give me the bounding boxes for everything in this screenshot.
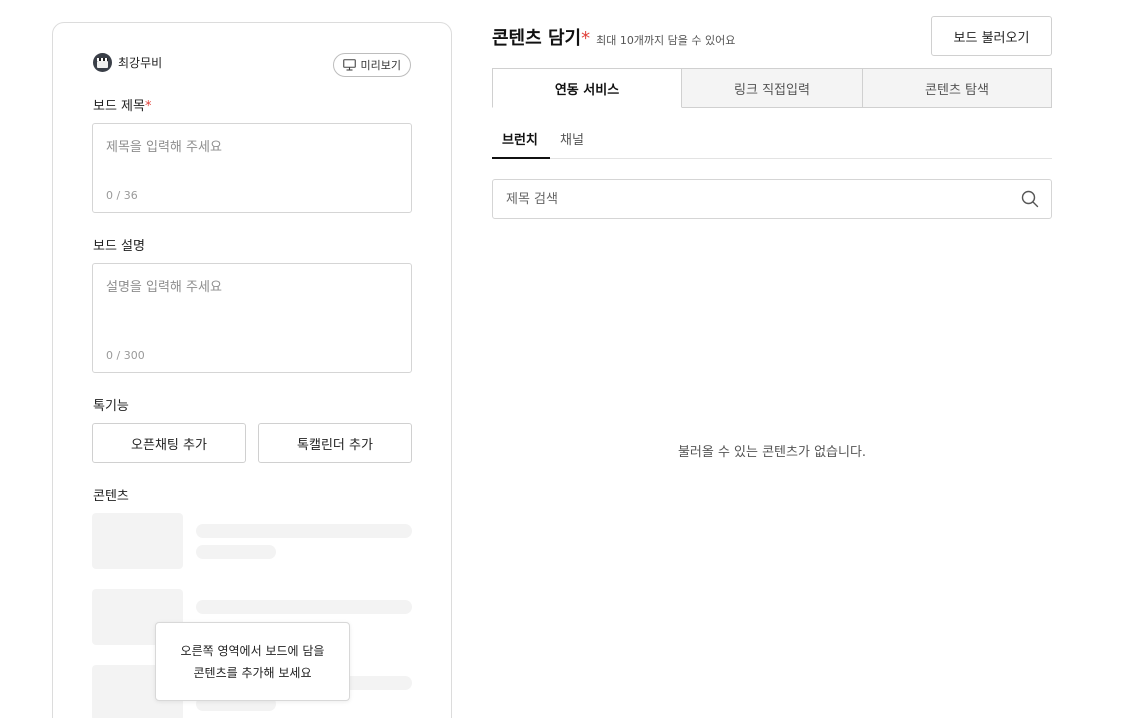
- subtab-brunch[interactable]: 브런치: [502, 129, 538, 148]
- talk-features-label: 톡기능: [93, 399, 129, 414]
- board-title-label: 보드 제목*: [93, 99, 152, 114]
- board-description-char-count: 0 / 300: [106, 349, 145, 362]
- service-subtabs: 브런치 채널: [492, 122, 1052, 159]
- content-placeholder-line: [196, 524, 412, 538]
- preview-button[interactable]: 미리보기: [332, 53, 411, 77]
- load-board-button[interactable]: 보드 불러오기: [931, 16, 1052, 56]
- search-icon[interactable]: [1021, 190, 1039, 212]
- tooltip-line: 콘텐츠를 추가해 보세요: [193, 665, 312, 680]
- board-description-label: 보드 설명: [93, 239, 145, 254]
- board-description-placeholder: 설명을 입력해 주세요: [106, 280, 222, 295]
- author-name: 최강무비: [118, 56, 163, 70]
- add-contents-tooltip: 오른쪽 영역에서 보드에 담을 콘텐츠를 추가해 보세요: [155, 622, 350, 701]
- board-title-char-count: 0 / 36: [106, 189, 138, 202]
- contents-label: 콘텐츠: [93, 489, 129, 504]
- board-title-input[interactable]: 제목을 입력해 주세요 0 / 36: [92, 123, 412, 213]
- tab-explore-contents[interactable]: 콘텐츠 탐색: [863, 68, 1052, 108]
- title-search-box: [492, 179, 1052, 219]
- preview-button-label: 미리보기: [360, 59, 401, 72]
- monitor-icon: [342, 59, 356, 71]
- active-subtab-indicator: [492, 157, 550, 159]
- content-placeholder-line: [196, 545, 276, 559]
- contents-limit-note: 최대 10개까지 담을 수 있어요: [596, 34, 736, 47]
- tab-direct-link[interactable]: 링크 직접입력: [682, 68, 863, 108]
- tooltip-line: 오른쪽 영역에서 보드에 담을: [180, 643, 325, 658]
- board-editor-panel: 최강무비 미리보기 보드 제목* 제목을 입력해 주세요 0 / 36 보드 설…: [52, 22, 452, 718]
- required-mark: *: [581, 28, 591, 49]
- add-open-chat-button[interactable]: 오픈채팅 추가: [92, 423, 246, 463]
- contents-section-title: 콘텐츠 담기*: [492, 28, 591, 49]
- content-placeholder-line: [196, 600, 412, 614]
- author-avatar: [93, 53, 112, 72]
- author-profile: 최강무비: [93, 53, 162, 72]
- board-description-input[interactable]: 설명을 입력해 주세요 0 / 300: [92, 263, 412, 373]
- contents-source-tabs: 연동 서비스 링크 직접입력 콘텐츠 탐색: [492, 68, 1052, 108]
- board-title-placeholder: 제목을 입력해 주세요: [106, 140, 222, 155]
- required-mark: *: [144, 99, 152, 114]
- add-talk-calendar-button[interactable]: 톡캘린더 추가: [258, 423, 412, 463]
- contents-section-header: 콘텐츠 담기* 최대 10개까지 담을 수 있어요: [492, 24, 735, 50]
- tab-linked-services[interactable]: 연동 서비스: [492, 68, 682, 108]
- empty-state-message: 불러올 수 있는 콘텐츠가 없습니다.: [677, 445, 867, 460]
- title-search-input[interactable]: [493, 180, 1013, 218]
- subtab-channel[interactable]: 채널: [560, 129, 584, 148]
- content-placeholder-thumb: [92, 513, 183, 569]
